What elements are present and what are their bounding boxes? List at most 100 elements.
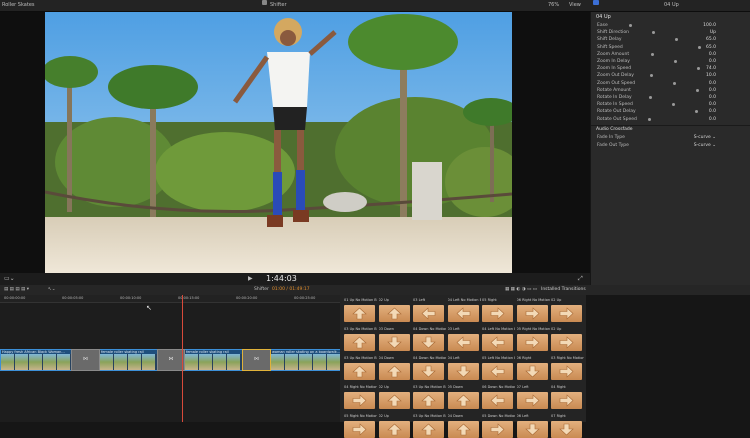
timeline-tools-icon[interactable]: ▤ ▤ ▤ ▤ ▾: [4, 285, 29, 295]
param-value[interactable]: 0.0: [709, 108, 716, 115]
transition-thumbnail[interactable]: [344, 334, 375, 351]
inspector-param-row[interactable]: Ease 100.0: [591, 22, 750, 29]
param-slider-knob[interactable]: [698, 45, 701, 49]
param-value[interactable]: 0.0: [709, 116, 716, 123]
transition-thumbnail[interactable]: [447, 392, 479, 409]
crossfade-row[interactable]: Fade In Type S-curve ⌄: [591, 134, 750, 141]
param-slider-knob[interactable]: [674, 60, 677, 63]
inspector-param-row[interactable]: Rotate Out Delay 0.0: [591, 108, 750, 115]
transition-thumbnail[interactable]: [551, 392, 582, 409]
transition-thumbnail[interactable]: [551, 334, 582, 351]
param-slider-knob[interactable]: [697, 67, 700, 71]
inspector-param-row[interactable]: Rotate In Speed 0.0: [591, 101, 750, 108]
timeline-clip[interactable]: woman roller skating on a boardwalk...: [270, 349, 342, 371]
transition-thumbnail[interactable]: [482, 421, 513, 438]
param-slider-knob[interactable]: [672, 103, 675, 107]
param-slider-knob[interactable]: [673, 81, 676, 85]
select-tool-icon[interactable]: ↖⌄: [48, 285, 56, 295]
inspector-param-row[interactable]: Shift Speed 65.0: [591, 44, 750, 51]
transition-thumbnail[interactable]: [378, 363, 410, 380]
inspector-param-row[interactable]: Shift Direction Up: [591, 29, 750, 36]
transition-thumbnail[interactable]: [378, 392, 410, 409]
param-slider-knob[interactable]: [652, 31, 655, 35]
playhead[interactable]: [182, 295, 183, 422]
library-name[interactable]: Roller Skates: [2, 0, 35, 11]
param-value[interactable]: 0.0: [709, 87, 716, 94]
param-value[interactable]: 0.0: [709, 51, 716, 58]
transition-thumbnail[interactable]: [378, 334, 410, 351]
browser-header[interactable]: Installed Transitions: [541, 285, 586, 295]
transition-thumbnail[interactable]: [413, 305, 444, 322]
transition-thumbnail[interactable]: [413, 421, 444, 438]
transition-thumbnail[interactable]: [551, 363, 582, 380]
param-value[interactable]: 100.0: [703, 22, 716, 29]
transition-thumbnail[interactable]: [516, 334, 548, 351]
timeline-clip[interactable]: female roller skating rail: [99, 349, 158, 371]
play-icon[interactable]: ▶: [248, 273, 253, 285]
param-slider-knob[interactable]: [649, 96, 652, 99]
transition-thumbnail[interactable]: [413, 392, 444, 409]
param-slider-knob[interactable]: [695, 110, 698, 114]
transition-thumbnail[interactable]: [344, 421, 375, 438]
param-slider-knob[interactable]: [651, 52, 654, 56]
transition-block[interactable]: ⋈: [157, 349, 185, 371]
param-value[interactable]: 0.0: [709, 101, 716, 108]
inspector-param-row[interactable]: Rotate Amount 0.0: [591, 87, 750, 94]
timeline-ruler[interactable]: 00:00:00:00 00:00:05:00 00:00:10:00 00:00:1…: [0, 295, 373, 303]
transition-thumbnail[interactable]: [516, 392, 548, 409]
transition-thumbnail[interactable]: [413, 363, 444, 380]
viewer-menu-icon[interactable]: ▭⌄: [4, 273, 15, 285]
timeline-clip[interactable]: female roller skating rail: [184, 349, 244, 371]
param-value[interactable]: Up: [710, 29, 716, 36]
param-slider-knob[interactable]: [696, 88, 699, 92]
inspector-param-row[interactable]: Zoom Amount 0.0: [591, 51, 750, 58]
param-value[interactable]: 10.0: [706, 72, 716, 79]
inspector-param-row[interactable]: Zoom In Delay 0.0: [591, 58, 750, 65]
transition-thumbnail[interactable]: [482, 334, 513, 351]
timeline-right-icons[interactable]: ▦ ▦ ◐ ◑ ▭ ▭: [505, 285, 537, 295]
crossfade-dropdown[interactable]: S-curve ⌄: [694, 134, 716, 141]
transition-thumbnail[interactable]: [482, 363, 513, 380]
transition-thumbnail[interactable]: [447, 421, 479, 438]
crossfade-row[interactable]: Fade Out Type S-curve ⌄: [591, 142, 750, 149]
param-value[interactable]: 65.0: [706, 36, 716, 43]
inspector-param-row[interactable]: Zoom Out Speed 0.0: [591, 80, 750, 87]
transition-thumbnail[interactable]: [551, 421, 582, 438]
zoom-dropdown[interactable]: 76%: [548, 0, 559, 11]
timeline[interactable]: 00:00:00:00 00:00:05:00 00:00:10:00 00:00:1…: [0, 295, 373, 422]
fullscreen-icon[interactable]: ⤢: [578, 273, 583, 285]
transition-thumbnail[interactable]: [344, 305, 375, 322]
timeline-clip[interactable]: Happy fresh African Black Woman...: [0, 349, 72, 371]
transition-thumbnail[interactable]: [344, 363, 375, 380]
transition-thumbnail[interactable]: [516, 363, 548, 380]
inspector-param-row[interactable]: Rotate Out Speed 0.0: [591, 116, 750, 123]
inspector-param-row[interactable]: Zoom In Speed 74.0: [591, 65, 750, 72]
param-value[interactable]: 0.0: [709, 80, 716, 87]
param-slider-knob[interactable]: [675, 38, 678, 42]
transition-thumbnail[interactable]: [516, 421, 548, 438]
param-slider-knob[interactable]: [650, 74, 653, 78]
inspector-param-row[interactable]: Rotate In Delay 0.0: [591, 94, 750, 101]
transition-block[interactable]: ⋈: [71, 349, 100, 371]
transition-block[interactable]: ⋈: [242, 349, 271, 371]
transition-thumbnail[interactable]: [413, 334, 444, 351]
param-value[interactable]: 0.0: [709, 94, 716, 101]
transition-thumbnail[interactable]: [447, 363, 479, 380]
inspector-param-row[interactable]: Shift Delay 65.0: [591, 36, 750, 43]
transition-thumbnail[interactable]: [482, 392, 513, 409]
view-dropdown[interactable]: View: [569, 0, 581, 11]
param-value[interactable]: 65.0: [706, 44, 716, 51]
transition-thumbnail[interactable]: [482, 305, 513, 322]
transition-thumbnail[interactable]: [378, 421, 410, 438]
transition-thumbnail[interactable]: [447, 305, 479, 322]
transition-thumbnail[interactable]: [447, 334, 479, 351]
param-value[interactable]: 0.0: [709, 58, 716, 65]
transition-thumbnail[interactable]: [516, 305, 548, 322]
transition-thumbnail[interactable]: [344, 392, 375, 409]
param-slider-knob[interactable]: [629, 24, 632, 27]
crossfade-dropdown[interactable]: S-curve ⌄: [694, 142, 716, 149]
transition-thumbnail[interactable]: [551, 305, 582, 322]
param-value[interactable]: 74.0: [706, 65, 716, 72]
param-slider-knob[interactable]: [648, 117, 651, 121]
transition-thumbnail[interactable]: [378, 305, 410, 322]
